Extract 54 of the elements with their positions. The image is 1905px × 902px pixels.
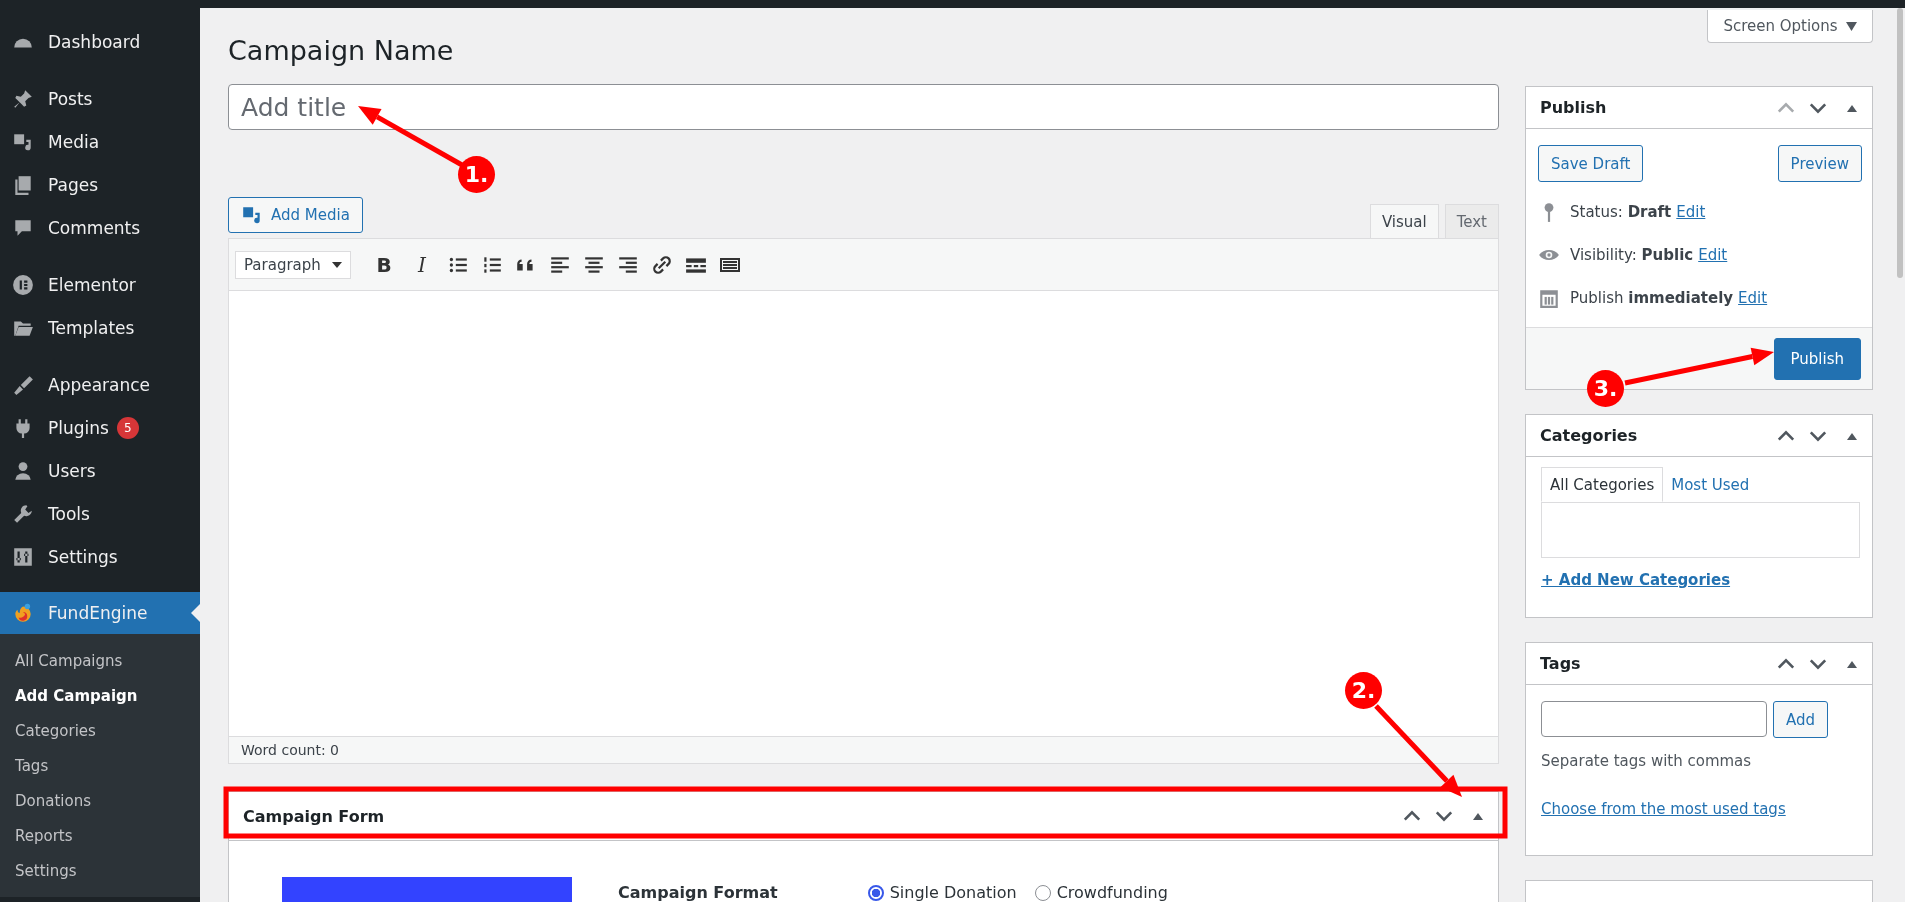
add-category-link[interactable]: + Add New Categories bbox=[1541, 571, 1860, 589]
radio-option[interactable]: Crowdfunding bbox=[1034, 883, 1168, 902]
submenu-item[interactable]: Categories bbox=[0, 714, 200, 749]
menu-item[interactable]: Posts bbox=[0, 77, 200, 120]
publish-button[interactable]: Publish bbox=[1773, 337, 1861, 380]
field-label: Campaign Format bbox=[618, 883, 778, 902]
submenu-item[interactable]: All Campaigns bbox=[0, 644, 200, 679]
box-title: Tags bbox=[1540, 654, 1581, 673]
submenu-item[interactable]: Donations bbox=[0, 784, 200, 819]
step-badge: 1. bbox=[458, 156, 495, 193]
screen-options-button[interactable]: Screen Options bbox=[1707, 10, 1873, 43]
box-title: Campaign Form bbox=[243, 806, 385, 826]
menu-item[interactable]: Media bbox=[0, 120, 200, 163]
menu-item[interactable]: Templates bbox=[0, 306, 200, 349]
preview-button[interactable]: Preview bbox=[1777, 145, 1862, 182]
box-title: Publish bbox=[1540, 98, 1607, 117]
update-count-badge: 5 bbox=[116, 416, 139, 439]
most-used-tags-link[interactable]: Choose from the most used tags bbox=[1541, 800, 1860, 818]
submenu-item[interactable]: Tags bbox=[0, 749, 200, 784]
menu-item[interactable]: Dashboard bbox=[0, 20, 200, 63]
edit-link[interactable]: Edit bbox=[1698, 245, 1728, 264]
menu-item[interactable]: FundEngine bbox=[0, 592, 200, 634]
add-tag-button[interactable]: Add bbox=[1773, 701, 1829, 738]
add-media-button[interactable]: Add Media bbox=[228, 197, 363, 233]
radio-option[interactable]: Single Donation bbox=[867, 883, 1017, 902]
editor-tab[interactable]: Visual bbox=[1369, 204, 1439, 239]
status-text: Status: Draft bbox=[1570, 202, 1672, 221]
menu-item[interactable]: Pages bbox=[0, 163, 200, 206]
box-title: Categories bbox=[1540, 426, 1638, 445]
menu-item[interactable]: Tools bbox=[0, 492, 200, 535]
status-text: Publish immediately bbox=[1570, 288, 1734, 307]
status-text: Visibility: Public bbox=[1570, 245, 1694, 264]
word-count: Word count: 0 bbox=[229, 736, 1498, 763]
category-tab[interactable]: Most Used bbox=[1663, 467, 1758, 502]
title-field[interactable]: Add title bbox=[228, 84, 1499, 130]
format-select[interactable]: Paragraph bbox=[235, 250, 351, 279]
menu-item[interactable]: Plugins 5 bbox=[0, 406, 200, 449]
page-title: Campaign Name bbox=[228, 34, 455, 68]
category-tab[interactable]: All Categories bbox=[1541, 467, 1664, 502]
menu-item[interactable]: Comments bbox=[0, 206, 200, 249]
tag-hint: Separate tags with commas bbox=[1541, 752, 1753, 770]
submenu-item[interactable]: Settings bbox=[0, 854, 200, 889]
submenu-item[interactable]: Add Campaign bbox=[0, 679, 200, 714]
bold-button[interactable]: B bbox=[371, 252, 397, 277]
editor-tab[interactable]: Text bbox=[1444, 204, 1499, 238]
italic-button[interactable]: I bbox=[409, 252, 435, 277]
menu-item[interactable]: Elementor bbox=[0, 263, 200, 306]
menu-item[interactable]: Appearance bbox=[0, 363, 200, 406]
edit-link[interactable]: Edit bbox=[1738, 288, 1768, 307]
edit-link[interactable]: Edit bbox=[1676, 202, 1706, 221]
save-draft-button[interactable]: Save Draft bbox=[1538, 145, 1644, 182]
submenu-item[interactable]: Reports bbox=[0, 819, 200, 854]
menu-item[interactable]: Users bbox=[0, 449, 200, 492]
menu-item[interactable]: Settings bbox=[0, 535, 200, 578]
